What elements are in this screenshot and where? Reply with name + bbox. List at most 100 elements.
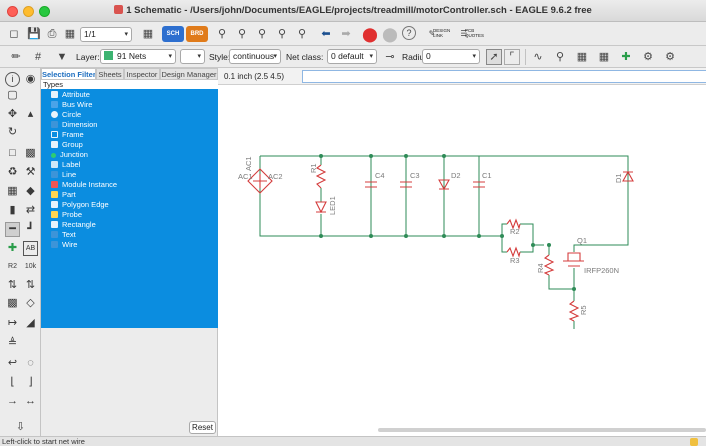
filter-item-group[interactable]: Group (51, 140, 216, 150)
display-icon[interactable]: ▢ (5, 88, 20, 103)
filter-item-bus-wire[interactable]: Bus Wire (51, 100, 216, 110)
wrench-icon[interactable]: ⚒ (23, 165, 38, 180)
zoom-select-icon[interactable]: ⚲ (294, 26, 310, 42)
info-icon[interactable]: i (5, 72, 20, 87)
dashed-circle-icon[interactable]: ◌ (23, 356, 38, 371)
schematic-canvas[interactable]: AC1 AC1 AC2 R1 LED1 C4 C3 D2 C1 D1 R2 R3… (218, 85, 706, 436)
filter-item-label: Module Instance (62, 180, 118, 189)
net-class-select[interactable]: 0 default ▾ (327, 49, 377, 64)
value-icon[interactable]: R2 (5, 259, 20, 274)
filter-item-wire[interactable]: Wire (51, 240, 216, 250)
design-link-button[interactable]: DESIGN LINK (433, 28, 453, 38)
filter-item-junction[interactable]: Junction (51, 150, 216, 160)
switch-board-button[interactable]: BRD (186, 26, 208, 42)
netlist-icon[interactable]: ▦ (574, 49, 590, 65)
command-input[interactable] (302, 70, 706, 83)
save-icon[interactable]: 💾 (26, 26, 42, 42)
tab-design-manager[interactable]: Design Manager (160, 68, 218, 80)
label-icon[interactable]: AB (23, 241, 38, 256)
part-label: D1 (614, 173, 623, 183)
sheet-select[interactable]: 1/1 ▾ (80, 27, 132, 42)
bracket-icon[interactable]: ⌊ (5, 375, 20, 390)
undo-icon[interactable]: ⬅ (318, 26, 334, 42)
bus-tool-icon[interactable]: ┛ (23, 222, 38, 237)
new-file-icon[interactable]: ◻ (6, 26, 22, 42)
zoom-fit-icon[interactable]: ⚲ (214, 26, 230, 42)
expand-chevron-icon[interactable]: ⇩ (13, 420, 28, 435)
filter-item-label-type[interactable]: Label (51, 160, 216, 170)
group-icon[interactable]: ▩ (5, 296, 20, 311)
tab-inspector[interactable]: Inspector (124, 68, 160, 80)
gateswap-icon[interactable]: ▮ (5, 203, 20, 218)
replace-icon[interactable]: ⇄ (23, 203, 38, 218)
filter-item-line[interactable]: Line (51, 170, 216, 180)
command-toolbar: i ◉ ▢ ✥ ▴ ↻ □ ▩ ♻ ⚒ ▦ ◆ ▮ ⇄ ━ ┛ ✚ AB R2 … (0, 68, 41, 436)
reset-button[interactable]: Reset (189, 421, 216, 434)
filter-item-text[interactable]: Text (51, 230, 216, 240)
slice-icon[interactable]: ◢ (23, 316, 38, 331)
settings-icon[interactable]: ⚙ (640, 49, 656, 65)
straight-wire-icon[interactable]: ➚ (486, 49, 502, 65)
go-icon[interactable]: ⬤ (382, 26, 398, 42)
filter-item-module-instance[interactable]: Module Instance (51, 180, 216, 190)
arrow-icon[interactable]: → (5, 394, 20, 409)
airwire-icon[interactable]: ⊸ (382, 49, 398, 65)
wire-bend-select[interactable]: ▾ (180, 49, 205, 64)
rotate-icon[interactable]: ↻ (5, 125, 20, 140)
filter-item-frame[interactable]: Frame (51, 130, 216, 140)
filter-item-part[interactable]: Part (51, 190, 216, 200)
attribute-icon[interactable]: ≜ (5, 336, 20, 351)
switch-schematic-button[interactable]: SCH (162, 26, 184, 42)
net-tool-icon[interactable]: ━ (5, 222, 20, 237)
info-pencil-icon[interactable]: ✏ (8, 49, 24, 65)
pcb-quotes-button[interactable]: PCB QUOTES (465, 28, 484, 38)
filter-item-circle[interactable]: Circle (51, 110, 216, 120)
grid-icon[interactable]: # (30, 49, 46, 65)
style-select[interactable]: continuous ▾ (229, 49, 281, 64)
bug-icon[interactable]: ⚙ (662, 49, 678, 65)
zoom-redraw-icon[interactable]: ⚲ (274, 26, 290, 42)
delete-icon[interactable]: ♻ (5, 165, 20, 180)
junction-icon[interactable]: ✚ (5, 241, 20, 256)
paste-icon[interactable]: ▩ (23, 146, 38, 161)
filter-item-rectangle[interactable]: Rectangle (51, 220, 216, 230)
smash-icon[interactable]: ⇅ (5, 278, 20, 293)
arrow2-icon[interactable]: ↔ (23, 394, 38, 409)
add-part-icon[interactable]: ✚ (618, 49, 634, 65)
script-icon[interactable]: ▦ (140, 26, 156, 42)
radius-select[interactable]: 0 ▾ (422, 49, 480, 64)
sine-icon[interactable]: ∿ (530, 49, 546, 65)
bracket2-icon[interactable]: ⌋ (23, 375, 38, 390)
cam-processor-icon[interactable]: ▦ (62, 26, 78, 42)
part-label: IRFP260N (584, 266, 619, 275)
mirror-icon[interactable]: ▴ (23, 107, 38, 122)
horizontal-scrollbar[interactable] (378, 428, 706, 432)
filter-item-polygon-edge[interactable]: Polygon Edge (51, 200, 216, 210)
tag-icon[interactable]: ◇ (23, 296, 38, 311)
search-icon[interactable]: ⚲ (552, 49, 568, 65)
move-icon[interactable]: ✥ (5, 107, 20, 122)
tab-selection-filter[interactable]: Selection Filter (41, 68, 96, 80)
redo-icon[interactable]: ➡ (338, 26, 354, 42)
filter-item-probe[interactable]: Probe (51, 210, 216, 220)
print-icon[interactable]: ⎙ (44, 26, 60, 42)
split-icon[interactable]: ⇅ (23, 278, 38, 293)
tab-sheets[interactable]: Sheets (96, 68, 124, 80)
show-icon[interactable]: ◉ (23, 72, 38, 87)
copy-icon[interactable]: □ (5, 146, 20, 161)
filter-icon[interactable]: ▼ (54, 49, 70, 65)
port-icon[interactable]: ↦ (5, 316, 20, 331)
stop-icon[interactable]: ⬤ (362, 26, 378, 42)
filter-item-dimension[interactable]: Dimension (51, 120, 216, 130)
pinswap-icon[interactable]: ◆ (23, 184, 38, 199)
erc-icon[interactable]: ▦ (596, 49, 612, 65)
add-module-icon[interactable]: ▦ (5, 184, 20, 199)
hook-icon[interactable]: ↩ (5, 356, 20, 371)
zoom-out-icon[interactable]: ⚲ (254, 26, 270, 42)
name-icon[interactable]: 10k (23, 259, 38, 274)
filter-item-attribute[interactable]: Attribute (51, 90, 216, 100)
arc-wire-icon[interactable]: ⌜ (504, 49, 520, 65)
layer-select[interactable]: 91 Nets ▾ (100, 49, 176, 64)
help-icon[interactable]: ? (402, 26, 416, 40)
zoom-in-icon[interactable]: ⚲ (234, 26, 250, 42)
